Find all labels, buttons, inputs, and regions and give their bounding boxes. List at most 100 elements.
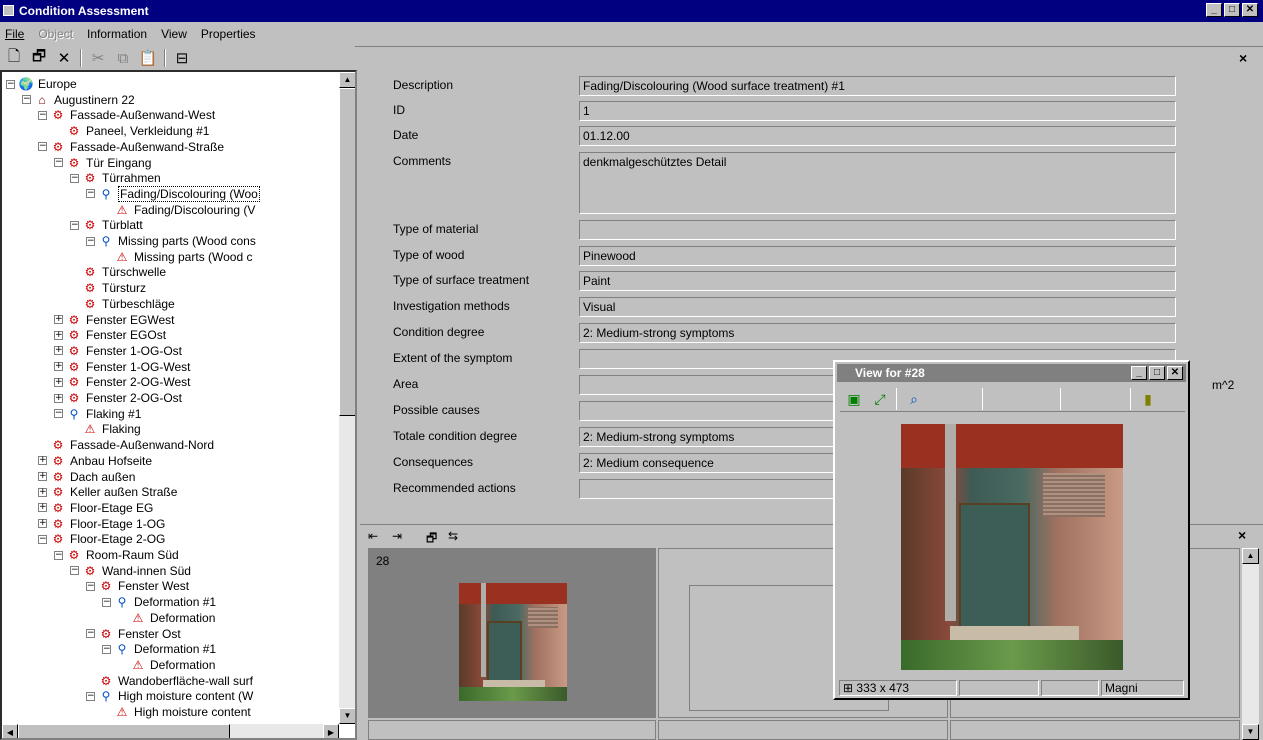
viewer-maximize-button[interactable]: □ [1149,366,1165,380]
field-value[interactable]: Pinewood [579,246,1176,266]
tree-item[interactable]: + ⚙ Fenster 1-OG-Ost [54,343,182,359]
close-gallery-icon[interactable]: × [1238,527,1246,543]
tree-item[interactable]: ⚠ Missing parts (Wood c [102,249,253,265]
expand-toggle-icon[interactable]: + [38,456,47,466]
fit-image-icon[interactable]: ▣ [842,388,866,410]
expand-toggle-icon[interactable]: − [38,534,47,544]
expand-toggle-icon[interactable]: − [54,158,63,167]
expand-toggle-icon[interactable]: − [86,189,95,199]
tree-item[interactable]: ⚙ Fassade-Außenwand-Nord [38,437,214,453]
tree-item[interactable]: − ⚙ Fassade-Außenwand-Straße [38,139,224,155]
tree-item[interactable]: − ⚙ Wand-innen Süd [70,563,191,579]
expand-toggle-icon[interactable]: − [6,79,15,89]
tree-item[interactable]: − ⚲ Deformation #1 [102,594,216,610]
viewer-image[interactable] [901,424,1123,670]
expand-toggle-icon[interactable]: − [86,691,95,701]
tree-horizontal-scrollbar[interactable]: ◀ ▶ [2,724,339,738]
tree-item[interactable]: − ⚙ Tür Eingang [54,155,151,171]
scroll-left-button[interactable]: ◀ [2,724,18,738]
tree-item[interactable]: ⚠ High moisture content [102,704,251,720]
gallery-cell-empty[interactable] [658,720,948,740]
expand-toggle-icon[interactable]: − [38,110,47,120]
tree-item[interactable]: + ⚙ Fenster EGOst [54,327,166,343]
tree-item[interactable]: + ⚙ Fenster EGWest [54,312,174,328]
expand-toggle-icon[interactable]: + [54,346,63,356]
tree-item[interactable]: ⚠ Deformation [118,610,216,626]
expand-toggle-icon[interactable]: − [102,644,111,654]
title-bar[interactable]: Condition Assessment _ □ ✕ [0,0,1263,22]
tree-item[interactable]: − ⚲ Fading/Discolouring (Woo [86,185,260,202]
app-icon[interactable] [3,5,14,16]
image-viewer-window[interactable]: View for #28 _ □ ✕ ▣ ⤢ ⌕ ▮ ⊞ 333 x 473 M… [833,360,1190,700]
expand-toggle-icon[interactable]: − [86,236,95,246]
expand-toggle-icon[interactable]: + [54,393,63,403]
gallery-cell-selected[interactable]: 28 [368,548,656,718]
tree-item[interactable]: + ⚙ Anbau Hofseite [38,453,152,469]
add-image-icon[interactable]: ⇤ [368,529,378,543]
close-button[interactable]: ✕ [1242,3,1258,17]
tree-item[interactable]: − ⚲ Flaking #1 [54,406,141,422]
field-value[interactable]: denkmalgeschütztes Detail [579,152,1176,214]
field-value[interactable]: Visual [579,297,1176,317]
menu-information[interactable]: Information [87,27,147,41]
expand-toggle-icon[interactable]: − [22,95,31,105]
gallery-scroll-down-button[interactable]: ▼ [1242,724,1259,740]
expand-toggle-icon[interactable]: − [38,142,47,152]
zoom-icon[interactable]: ⌕ [902,388,926,410]
expand-toggle-icon[interactable]: − [86,581,95,591]
expand-toggle-icon[interactable]: + [54,315,63,324]
menu-view[interactable]: View [161,27,187,41]
expand-toggle-icon[interactable]: − [70,173,79,183]
gallery-cell-empty[interactable] [950,720,1240,740]
tree-item[interactable]: + ⚙ Keller außen Straße [38,484,177,500]
tree-item[interactable]: + ⚙ Fenster 1-OG-West [54,359,190,375]
tree-view-icon[interactable]: ⊟ [171,47,193,69]
scroll-up-button[interactable]: ▲ [339,72,355,88]
tree-item[interactable]: ⚙ Paneel, Verkleidung #1 [54,123,210,139]
tree-item[interactable]: − ⌂ Augustinern 22 [22,92,135,108]
expand-toggle-icon[interactable]: + [54,330,63,340]
field-value[interactable]: 2: Medium-strong symptoms [579,323,1176,343]
expand-toggle-icon[interactable]: + [38,503,47,513]
tree-item[interactable]: − 🌍 Europe [6,76,77,92]
tree-item[interactable]: − ⚙ Fenster Ost [86,626,181,642]
tree-item[interactable]: − ⚙ Türblatt [70,217,143,233]
tree-item[interactable]: + ⚙ Dach außen [38,469,135,485]
tree-item[interactable]: ⚠ Flaking [70,421,141,437]
minimize-button[interactable]: _ [1206,3,1222,17]
scroll-down-button[interactable]: ▼ [339,708,355,724]
tree-item[interactable]: − ⚙ Fassade-Außenwand-West [38,107,215,123]
scroll-right-button[interactable]: ▶ [323,724,339,738]
field-value[interactable]: Paint [579,271,1176,291]
menu-properties[interactable]: Properties [201,27,256,41]
gallery-scrollbar[interactable]: ▲ ▼ [1242,548,1259,740]
tree-item[interactable]: − ⚙ Fenster West [86,578,189,594]
expand-toggle-icon[interactable]: + [54,377,63,387]
object-tree[interactable]: − 🌍 Europe − ⌂ Augustinern 22− ⚙ Fassade-Außenw… [0,70,357,740]
remove-image-icon[interactable]: ⇥ [392,529,402,543]
viewer-minimize-button[interactable]: _ [1131,366,1147,380]
tree-item[interactable]: − ⚲ Deformation #1 [102,641,216,657]
save-image-icon[interactable]: ▮ [1136,388,1160,410]
tree-item[interactable]: − ⚙ Floor-Etage 2-OG [38,531,165,547]
gallery-scroll-up-button[interactable]: ▲ [1242,548,1259,564]
tree-item[interactable]: − ⚙ Room-Raum Süd [54,547,179,563]
tree-item[interactable]: ⚙ Türschwelle [70,264,166,280]
expand-toggle-icon[interactable]: − [54,550,63,560]
tree-item[interactable]: ⚙ Türsturz [70,280,146,296]
expand-toggle-icon[interactable]: + [38,472,47,481]
tree-item[interactable]: ⚠ Fading/Discolouring (V [102,202,256,218]
scroll-thumb[interactable] [339,88,355,416]
tree-item[interactable]: − ⚲ Missing parts (Wood cons [86,233,256,249]
tree-item[interactable]: + ⚙ Floor-Etage 1-OG [38,516,165,532]
expand-toggle-icon[interactable]: − [70,220,79,230]
tree-item[interactable]: + ⚙ Floor-Etage EG [38,500,153,516]
expand-toggle-icon[interactable]: + [38,519,47,529]
delete-icon[interactable]: ✕ [53,47,75,69]
tree-item[interactable]: − ⚲ High moisture content (W [86,688,253,704]
tree-vertical-scrollbar[interactable]: ▲ ▼ [339,72,355,724]
stretch-image-icon[interactable]: ⤢ [868,388,892,410]
expand-toggle-icon[interactable]: − [86,629,95,638]
gallery-cell-empty[interactable] [368,720,656,740]
menu-file[interactable]: File [5,27,24,41]
